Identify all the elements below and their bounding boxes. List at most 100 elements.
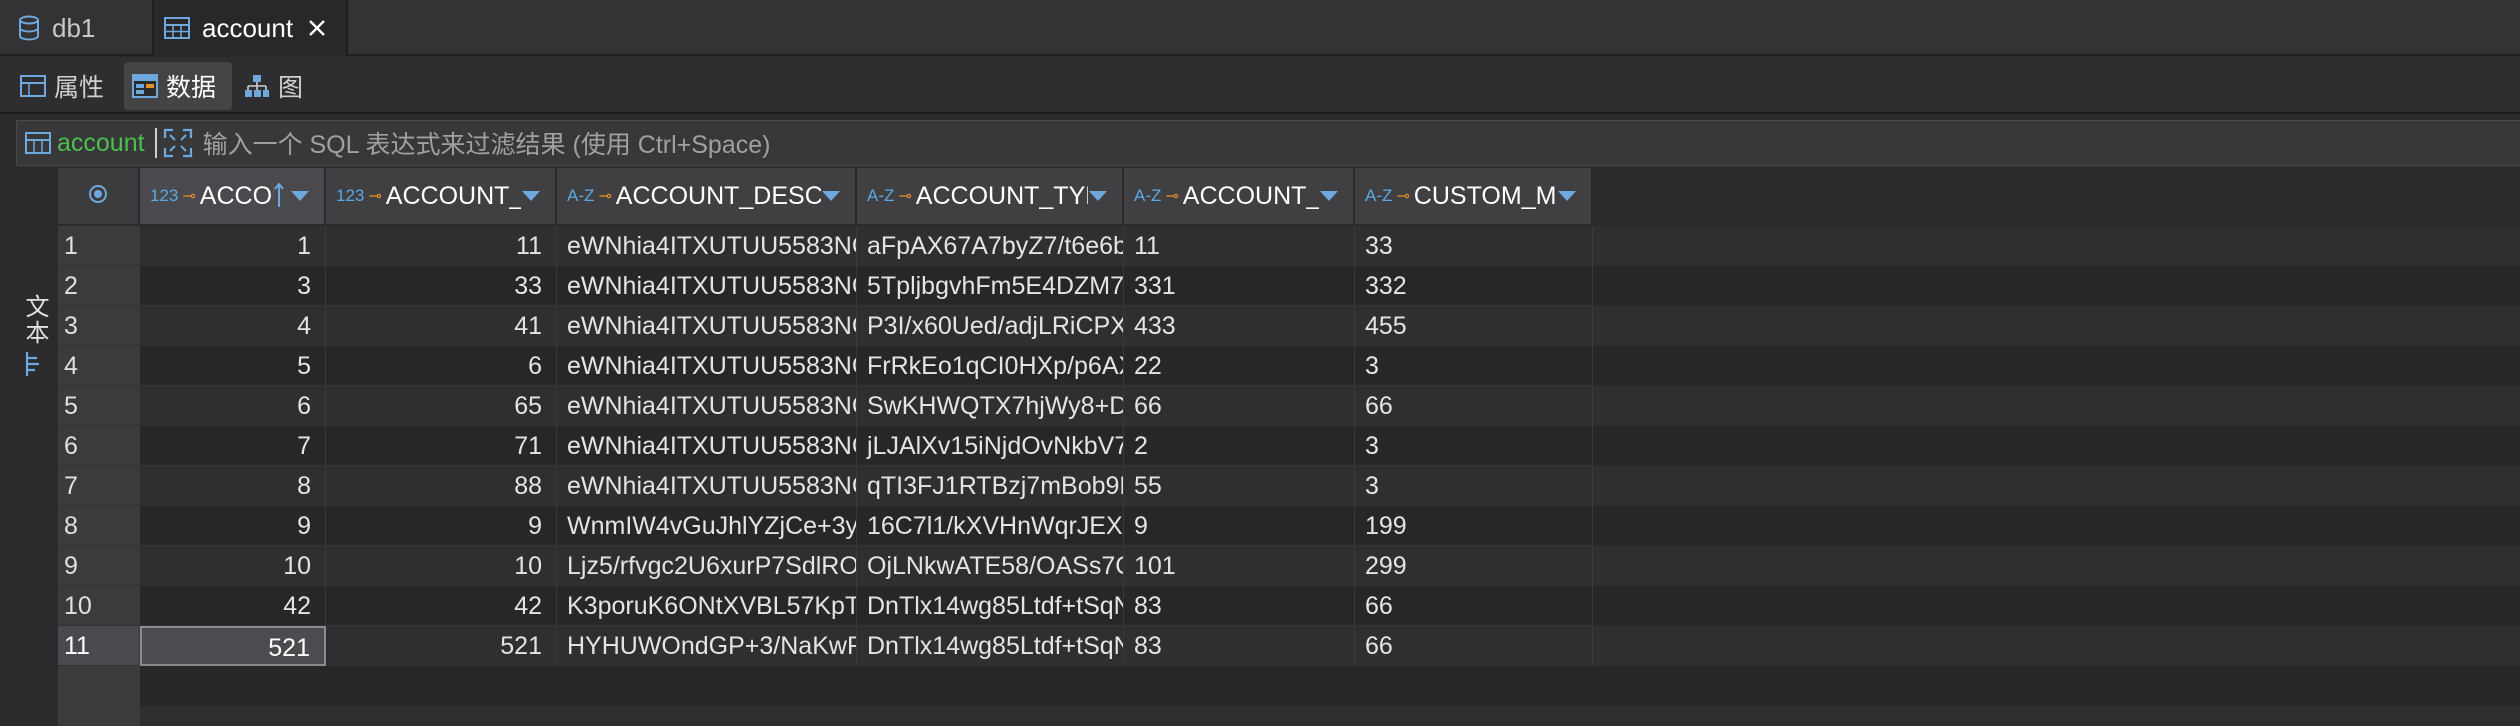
row-number[interactable]: 11 <box>58 626 140 666</box>
tab-diagram[interactable]: 图 <box>236 62 316 110</box>
cell-account-rollup[interactable]: 9 <box>1124 506 1355 546</box>
table-row[interactable]: 2333eWNhia4ITXUTUU5583NGRvGAjyl=5Tpljbgv… <box>58 266 2520 306</box>
cell-account-type[interactable]: qTI3FJ1RTBzj7mBob9D+2w== <box>857 466 1124 506</box>
cell-account-type[interactable]: SwKHWQTX7hjWy8+Dx/wyUQ== <box>857 386 1124 426</box>
cell-account-id[interactable]: 7 <box>140 426 326 466</box>
chevron-down-icon[interactable] <box>521 190 541 202</box>
row-number[interactable]: 7 <box>58 466 140 506</box>
chevron-down-icon[interactable] <box>1557 190 1577 202</box>
cell-account-description[interactable]: eWNhia4ITXUTUU5583NGRvGAjyl= <box>557 266 857 306</box>
cell-account-type[interactable]: aFpAX67A7byZ7/t6e6bwig== <box>857 226 1124 266</box>
table-row[interactable]: 6771eWNhia4ITXUTUU5583NGRvGAjyl=jLJAlXv1… <box>58 426 2520 466</box>
cell-account-parent[interactable]: 10 <box>326 546 557 586</box>
cell-custom-members[interactable]: 33 <box>1355 226 1593 266</box>
cell-custom-members[interactable]: 332 <box>1355 266 1593 306</box>
row-number[interactable]: 4 <box>58 346 140 386</box>
cell-custom-members[interactable]: 3 <box>1355 346 1593 386</box>
table-row[interactable]: 1111eWNhia4ITXUTUU5583NGRvGAjyl=aFpAX67A… <box>58 226 2520 266</box>
row-number[interactable]: 8 <box>58 506 140 546</box>
cell-account-parent[interactable]: 65 <box>326 386 557 426</box>
table-row[interactable]: 91010Ljz5/rfvgc2U6xurP7SdlROlo04=OjLNkwA… <box>58 546 2520 586</box>
column-header-account-id[interactable]: 123 ⊸ ACCOUNT_II <box>140 168 326 224</box>
cell-account-description[interactable]: eWNhia4ITXUTUU5583NGRvGAjyl= <box>557 346 857 386</box>
row-number[interactable]: 6 <box>58 426 140 466</box>
cell-account-description[interactable]: eWNhia4ITXUTUU5583NGRvGAjyl= <box>557 306 857 346</box>
cell-account-id[interactable]: 6 <box>140 386 326 426</box>
cell-account-rollup[interactable]: 83 <box>1124 626 1355 666</box>
table-row[interactable]: 5665eWNhia4ITXUTUU5583NGRvGAjyl=SwKHWQTX… <box>58 386 2520 426</box>
text-view-button[interactable]: 文本 <box>16 294 52 398</box>
cell-account-type[interactable]: 5TpljbgvhFm5E4DZM7Fg3A== <box>857 266 1124 306</box>
cell-account-rollup[interactable]: 2 <box>1124 426 1355 466</box>
table-row[interactable]: 899WnmIW4vGuJhlYZjCe+3yx6f81to=16C7l1/kX… <box>58 506 2520 546</box>
tab-account[interactable]: account <box>152 0 348 56</box>
select-all-corner[interactable] <box>58 168 140 224</box>
column-header-custom-members[interactable]: A-Z ⊸ CUSTOM_MEMBERS <box>1355 168 1593 224</box>
cell-account-rollup[interactable]: 66 <box>1124 386 1355 426</box>
cell-account-id[interactable]: 3 <box>140 266 326 306</box>
cell-account-id[interactable]: 9 <box>140 506 326 546</box>
cell-account-type[interactable]: jLJAlXv15iNjdOvNkbV75A== <box>857 426 1124 466</box>
cell-account-type[interactable]: FrRkEo1qCI0HXp/p6AXHGw== <box>857 346 1124 386</box>
cell-account-description[interactable]: WnmIW4vGuJhlYZjCe+3yx6f81to= <box>557 506 857 546</box>
tab-data[interactable]: 数据 <box>124 62 232 110</box>
cell-account-id[interactable]: 8 <box>140 466 326 506</box>
cell-custom-members[interactable]: 66 <box>1355 626 1593 666</box>
cell-account-rollup[interactable]: 83 <box>1124 586 1355 626</box>
cell-account-id[interactable]: 42 <box>140 586 326 626</box>
cell-account-parent[interactable]: 9 <box>326 506 557 546</box>
cell-account-parent[interactable]: 6 <box>326 346 557 386</box>
row-number[interactable]: 5 <box>58 386 140 426</box>
cell-account-rollup[interactable]: 11 <box>1124 226 1355 266</box>
close-icon[interactable] <box>307 18 327 38</box>
cell-custom-members[interactable]: 3 <box>1355 426 1593 466</box>
filter-input[interactable]: 输入一个 SQL 表达式来过滤结果 (使用 Ctrl+Space) <box>203 125 771 161</box>
cell-account-description[interactable]: eWNhia4ITXUTUU5583NGRvGAjyl= <box>557 466 857 506</box>
cell-account-id[interactable]: 5 <box>140 346 326 386</box>
table-row[interactable]: 7888eWNhia4ITXUTUU5583NGRvGAjyl=qTI3FJ1R… <box>58 466 2520 506</box>
cell-account-id[interactable]: 4 <box>140 306 326 346</box>
tab-properties[interactable]: 属性 <box>12 62 116 110</box>
cell-custom-members[interactable]: 66 <box>1355 586 1593 626</box>
row-number[interactable]: 9 <box>58 546 140 586</box>
cell-account-parent[interactable]: 11 <box>326 226 557 266</box>
cell-custom-members[interactable]: 66 <box>1355 386 1593 426</box>
tab-db1[interactable]: db1 <box>0 0 150 56</box>
table-row[interactable]: 3441eWNhia4ITXUTUU5583NGRvGAjyl=P3I/x60U… <box>58 306 2520 346</box>
cell-account-description[interactable]: K3poruK6ONtXVBL57KpT8TjDKMI= <box>557 586 857 626</box>
cell-account-parent[interactable]: 42 <box>326 586 557 626</box>
cell-account-rollup[interactable]: 22 <box>1124 346 1355 386</box>
cell-account-parent[interactable]: 71 <box>326 426 557 466</box>
cell-account-type[interactable]: P3I/x60Ued/adjLRiCPXTg== <box>857 306 1124 346</box>
column-header-account-type[interactable]: A-Z ⊸ ACCOUNT_TYPE <box>857 168 1124 224</box>
row-number[interactable]: 3 <box>58 306 140 346</box>
cell-account-type[interactable]: DnTlx14wg85Ltdf+tSqNrQ== <box>857 626 1124 666</box>
cell-account-parent[interactable]: 33 <box>326 266 557 306</box>
cell-account-description[interactable]: eWNhia4ITXUTUU5583NGRvGAjyl= <box>557 426 857 466</box>
cell-account-description[interactable]: HYHUWOndGP+3/NaKwRVcolZ3VpY= <box>557 626 857 666</box>
cell-custom-members[interactable]: 299 <box>1355 546 1593 586</box>
chevron-down-icon[interactable] <box>1319 190 1339 202</box>
cell-account-rollup[interactable]: 433 <box>1124 306 1355 346</box>
chevron-down-icon[interactable] <box>290 190 310 202</box>
column-header-account-parent[interactable]: 123 ⊸ ACCOUNT_PARENT <box>326 168 557 224</box>
row-number[interactable]: 10 <box>58 586 140 626</box>
row-number[interactable]: 1 <box>58 226 140 266</box>
cell-custom-members[interactable]: 3 <box>1355 466 1593 506</box>
cell-account-type[interactable]: 16C7l1/kXVHnWqrJEX7BXQ== <box>857 506 1124 546</box>
chevron-down-icon[interactable] <box>1088 190 1108 202</box>
cell-account-rollup[interactable]: 101 <box>1124 546 1355 586</box>
cell-account-id[interactable]: 10 <box>140 546 326 586</box>
chevron-down-icon[interactable] <box>821 190 841 202</box>
cell-account-type[interactable]: DnTlx14wg85Ltdf+tSqNrQ== <box>857 586 1124 626</box>
cell-account-description[interactable]: eWNhia4ITXUTUU5583NGRvGAjyl= <box>557 386 857 426</box>
cell-account-rollup[interactable]: 55 <box>1124 466 1355 506</box>
table-row[interactable]: 11521521HYHUWOndGP+3/NaKwRVcolZ3VpY=DnTl… <box>58 626 2520 666</box>
cell-account-type[interactable]: OjLNkwATE58/OASs7Q5YdA== <box>857 546 1124 586</box>
cell-account-description[interactable]: Ljz5/rfvgc2U6xurP7SdlROlo04= <box>557 546 857 586</box>
sort-icon[interactable] <box>274 183 284 209</box>
cell-account-parent[interactable]: 88 <box>326 466 557 506</box>
cell-account-parent[interactable]: 521 <box>326 626 557 666</box>
cell-account-id[interactable]: 521 <box>140 626 326 666</box>
cell-account-id[interactable]: 1 <box>140 226 326 266</box>
